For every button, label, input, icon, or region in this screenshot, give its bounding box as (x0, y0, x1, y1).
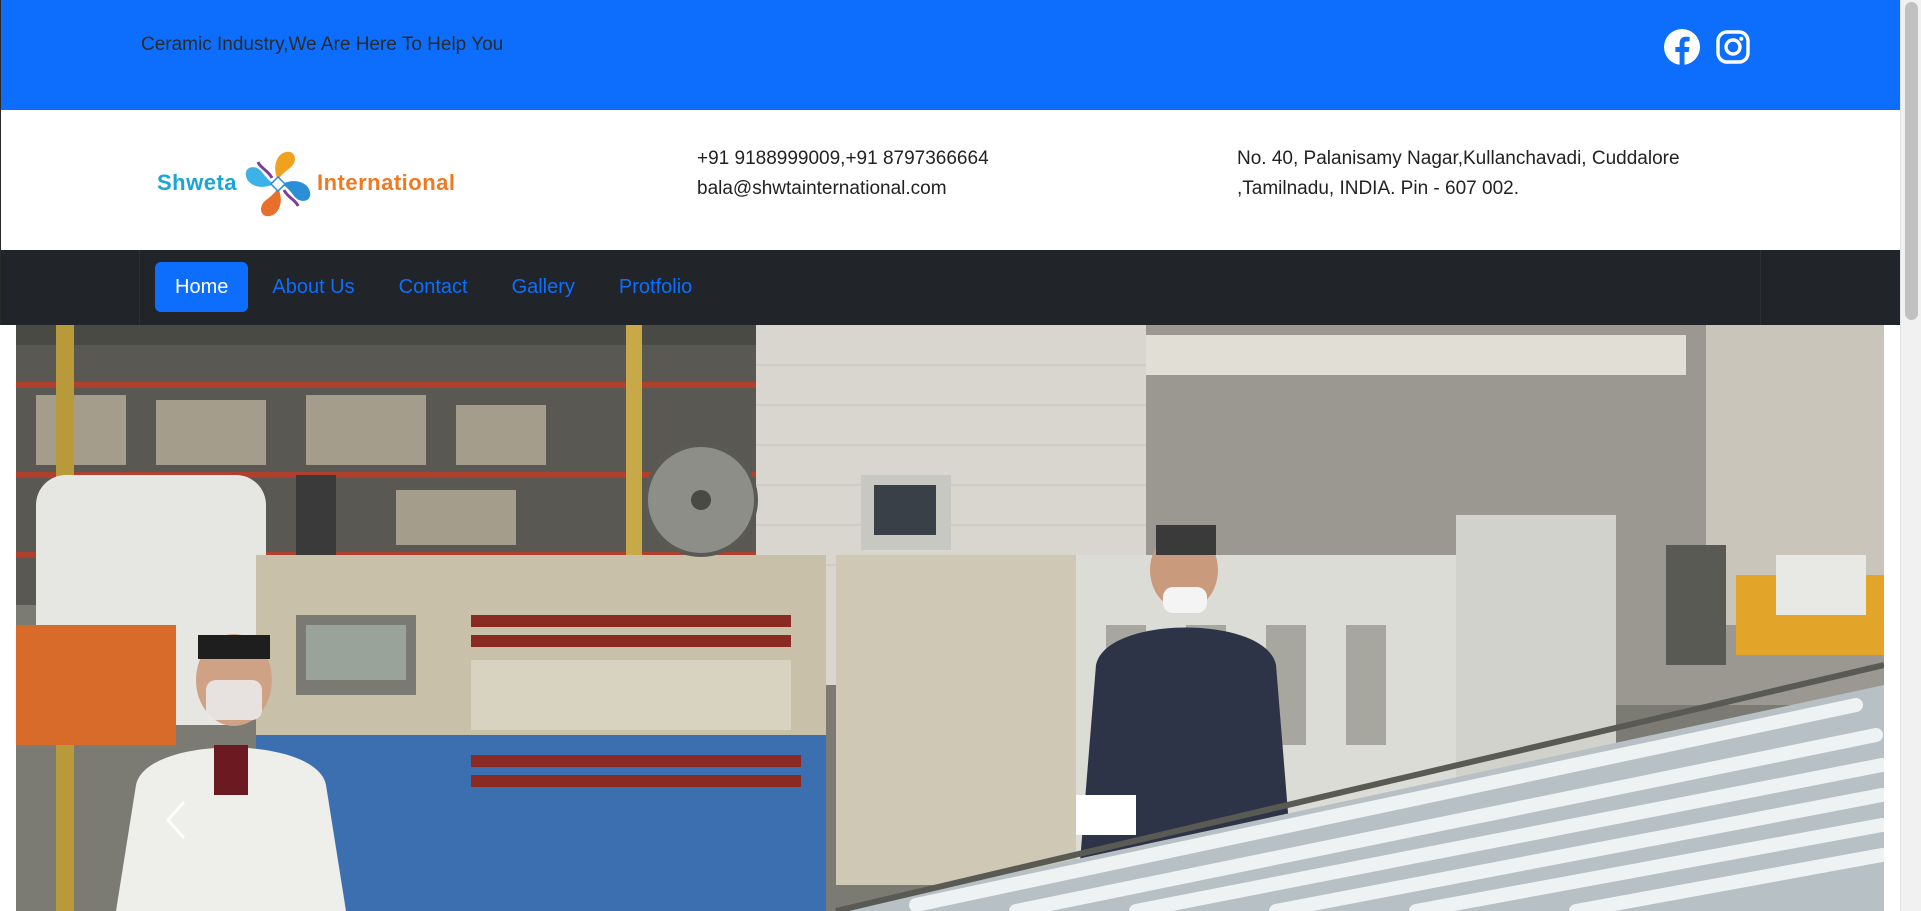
nav-contact[interactable]: Contact (379, 262, 488, 312)
nav-home[interactable]: Home (155, 262, 249, 312)
tagline: Ceramic Industry,We Are Here To Help You (141, 34, 504, 55)
hero-carousel (16, 325, 1884, 911)
nav-gallery[interactable]: Gallery (492, 262, 595, 312)
nav-about-us[interactable]: About Us (252, 262, 374, 312)
logo-mark-icon (245, 151, 311, 217)
logo-text-right: International (317, 170, 456, 195)
address-line-2: ,Tamilnadu, INDIA. Pin - 607 002. (1237, 178, 1519, 199)
logo-text-left: Shweta (157, 170, 238, 195)
address-info: No. 40, Palanisamy Nagar,Kullanchavadi, … (1237, 144, 1717, 204)
navbar-container: Home About Us Contact Gallery Protfolio (139, 250, 1761, 325)
instagram-icon[interactable] (1714, 28, 1752, 66)
chevron-left-icon (165, 801, 186, 839)
header: Shweta International +91 9188999009,+91 … (0, 110, 1900, 250)
contact-info: +91 9188999009,+91 8797366664 bala@shwta… (697, 144, 989, 204)
vertical-scrollbar[interactable] (1900, 0, 1921, 911)
email-address: bala@shwtainternational.com (697, 178, 947, 199)
logo[interactable]: Shweta International (154, 136, 469, 226)
phone-numbers: +91 9188999009,+91 8797366664 (697, 148, 989, 169)
nav-portfolio[interactable]: Protfolio (599, 262, 712, 312)
nav-list: Home About Us Contact Gallery Protfolio (155, 262, 712, 312)
hero-image (16, 325, 1884, 911)
scrollbar-thumb[interactable] (1905, 2, 1918, 320)
top-bar: Ceramic Industry,We Are Here To Help You (0, 0, 1900, 110)
facebook-icon[interactable] (1663, 28, 1701, 66)
page: Ceramic Industry,We Are Here To Help You… (0, 0, 1900, 911)
main-navbar: Home About Us Contact Gallery Protfolio (0, 250, 1900, 325)
address-line-1: No. 40, Palanisamy Nagar,Kullanchavadi, … (1237, 148, 1680, 169)
carousel-prev-button[interactable] (146, 765, 206, 875)
